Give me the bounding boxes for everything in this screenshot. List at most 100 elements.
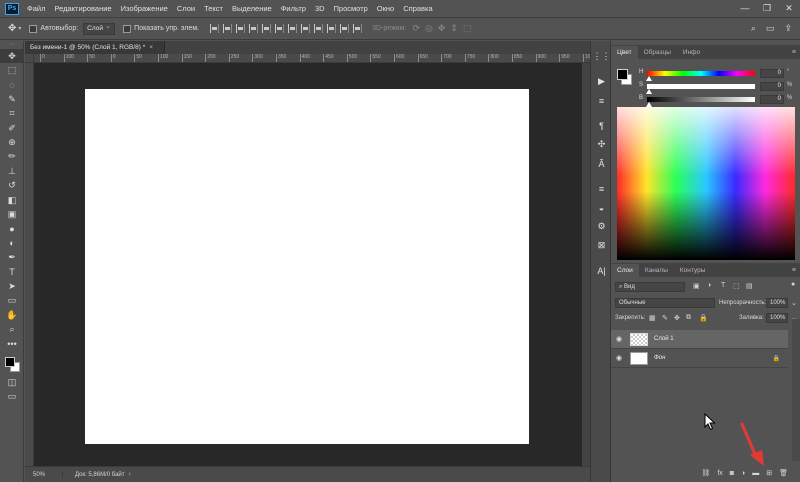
horizontal-ruler[interactable]: 0 100 50 0 50 100 150 200 250 300 350 400 450 500 550 6… <box>34 54 590 63</box>
path-select-icon[interactable]: ➤ <box>0 279 24 293</box>
move-icon[interactable]: ✥ <box>0 49 24 64</box>
menu-3d[interactable]: 3D <box>315 4 325 13</box>
eyedropper-icon[interactable]: ✐ <box>0 121 24 135</box>
menu-type[interactable]: Текст <box>204 4 223 13</box>
align-bottom-icon[interactable] <box>236 24 246 33</box>
lock-all-icon[interactable]: 🔒 <box>699 314 708 322</box>
zoom-icon[interactable]: ⌕ <box>0 322 24 336</box>
close-tab-icon[interactable]: × <box>149 44 153 51</box>
trash-icon[interactable]: 🗑 <box>779 469 788 477</box>
document-canvas[interactable] <box>85 89 529 444</box>
align-left-icon[interactable] <box>249 24 259 33</box>
quick-select-icon[interactable]: ✎ <box>0 92 24 106</box>
tab-color[interactable]: Цвет <box>611 46 638 59</box>
3d-scale-icon[interactable]: ⬚ <box>463 23 472 34</box>
layer-thumbnail[interactable] <box>630 351 648 365</box>
hue-slider[interactable]: H 0 ° <box>639 69 799 81</box>
color-spectrum[interactable] <box>617 107 795 260</box>
brightness-value[interactable]: 0 <box>760 95 784 104</box>
history-brush-icon[interactable]: ↺ <box>0 179 24 193</box>
filter-smart-icon[interactable]: ▤ <box>746 282 753 290</box>
filter-shape-icon[interactable]: ⬚ <box>733 282 740 290</box>
hue-track[interactable] <box>647 71 755 76</box>
brightness-slider[interactable]: B 0 % <box>639 95 799 107</box>
vertical-ruler[interactable] <box>25 63 34 466</box>
close-button[interactable]: ✕ <box>778 3 800 14</box>
gradient-icon[interactable]: ▣ <box>0 207 24 221</box>
type-icon[interactable]: T <box>0 265 24 279</box>
foreground-color[interactable] <box>5 357 15 368</box>
3d-pan-icon[interactable]: ✥ <box>438 23 446 34</box>
quick-mask-icon[interactable]: ◫ <box>0 375 24 389</box>
pen-icon[interactable]: ✒ <box>0 250 24 264</box>
share-icon[interactable]: ⇪ <box>784 23 792 34</box>
autoselect-select[interactable]: Слой <box>83 22 116 35</box>
shape-icon[interactable]: ▭ <box>0 294 24 308</box>
color-foreground-swatch[interactable] <box>617 69 628 80</box>
opacity-chevron-icon[interactable]: ⌄ <box>791 299 797 307</box>
tab-channels[interactable]: Каналы <box>639 264 674 277</box>
healing-icon[interactable]: ⊕ <box>0 135 24 149</box>
screen-mode-icon[interactable]: ▭ <box>0 390 24 404</box>
link-icon[interactable]: ⛓ <box>701 469 710 477</box>
ruler-origin[interactable] <box>25 54 34 63</box>
align-right-icon[interactable] <box>275 24 285 33</box>
lock-position-icon[interactable]: ✥ <box>674 314 680 322</box>
filter-toggle-icon[interactable]: ● <box>791 281 795 288</box>
hue-value[interactable]: 0 <box>760 69 784 78</box>
lock-icon[interactable]: 🔒 <box>773 355 780 362</box>
character-icon[interactable]: A| <box>591 261 612 280</box>
eraser-icon[interactable]: ◧ <box>0 193 24 207</box>
document-tab[interactable]: Без имени-1 @ 50% (Слой 1, RGB/8) * × <box>25 41 165 54</box>
stamp-icon[interactable]: ⊥ <box>0 164 24 178</box>
search-icon[interactable]: ⌕ <box>751 23 756 34</box>
distribute-hcenter-icon[interactable] <box>340 24 350 33</box>
menu-filter[interactable]: Фильтр <box>281 4 306 13</box>
lock-artboard-icon[interactable]: ⧉ <box>686 314 691 322</box>
eye-icon[interactable]: ◉ <box>611 354 627 362</box>
panel-grip-icon[interactable]: ⋮⋮ <box>591 47 612 66</box>
saturation-slider[interactable]: S 0 % <box>639 82 799 94</box>
more-icon[interactable]: ••• <box>0 337 24 351</box>
menu-layers[interactable]: Слои <box>177 4 195 13</box>
filter-adjustment-icon[interactable]: ◑ <box>707 282 711 289</box>
filter-pixel-icon[interactable]: ▣ <box>693 282 700 290</box>
layers-menu-icon[interactable]: ≡ <box>792 264 796 277</box>
workspace-icon[interactable]: ▭ <box>766 23 775 34</box>
autoselect-checkbox[interactable] <box>29 24 38 33</box>
marquee-icon[interactable]: ⬚ <box>0 63 24 77</box>
saturation-value[interactable]: 0 <box>760 82 784 91</box>
saturation-thumb[interactable] <box>646 89 652 94</box>
3d-slide-icon[interactable]: ⇕ <box>450 23 458 34</box>
minimize-button[interactable]: — <box>734 3 756 14</box>
3d-rotate-icon[interactable]: ⟳ <box>412 23 420 34</box>
crop-icon[interactable]: ⌗ <box>0 107 24 121</box>
menu-select[interactable]: Выделение <box>232 4 272 13</box>
glyphs-icon[interactable]: Ã <box>591 154 612 173</box>
lasso-icon[interactable]: ◌ <box>0 78 24 92</box>
hue-thumb[interactable] <box>646 76 652 81</box>
tab-paths[interactable]: Контуры <box>674 264 712 277</box>
restore-button[interactable]: ❐ <box>756 3 778 14</box>
layers-scrollbar[interactable] <box>792 319 800 461</box>
dodge-icon[interactable]: ◐ <box>0 236 24 250</box>
character-styles-icon[interactable]: ✣ <box>591 135 612 154</box>
show-transform-checkbox[interactable] <box>123 24 132 33</box>
align-vcenter-icon[interactable] <box>223 24 233 33</box>
adjustments-icon[interactable]: ◒ <box>591 198 612 217</box>
clone-source-icon[interactable]: ⊠ <box>591 236 612 255</box>
distribute-right-icon[interactable] <box>353 24 363 33</box>
blend-mode-select[interactable]: Обычные <box>615 298 715 308</box>
libraries-icon[interactable]: ≡ <box>591 179 612 198</box>
brightness-track[interactable] <box>647 97 755 102</box>
distribute-top-icon[interactable] <box>288 24 298 33</box>
blur-icon[interactable]: ● <box>0 222 24 236</box>
paragraph-icon[interactable]: ¶ <box>591 116 612 135</box>
menu-window[interactable]: Окно <box>377 4 394 13</box>
toolbar-grip-icon[interactable]: ⋯ <box>0 41 23 49</box>
menu-help[interactable]: Справка <box>403 4 432 13</box>
layer-name[interactable]: Слой 1 <box>654 336 674 342</box>
saturation-track[interactable] <box>647 84 755 89</box>
layer-row[interactable]: ◉ Слой 1 <box>611 330 788 349</box>
tab-swatches[interactable]: Образцы <box>638 46 677 59</box>
